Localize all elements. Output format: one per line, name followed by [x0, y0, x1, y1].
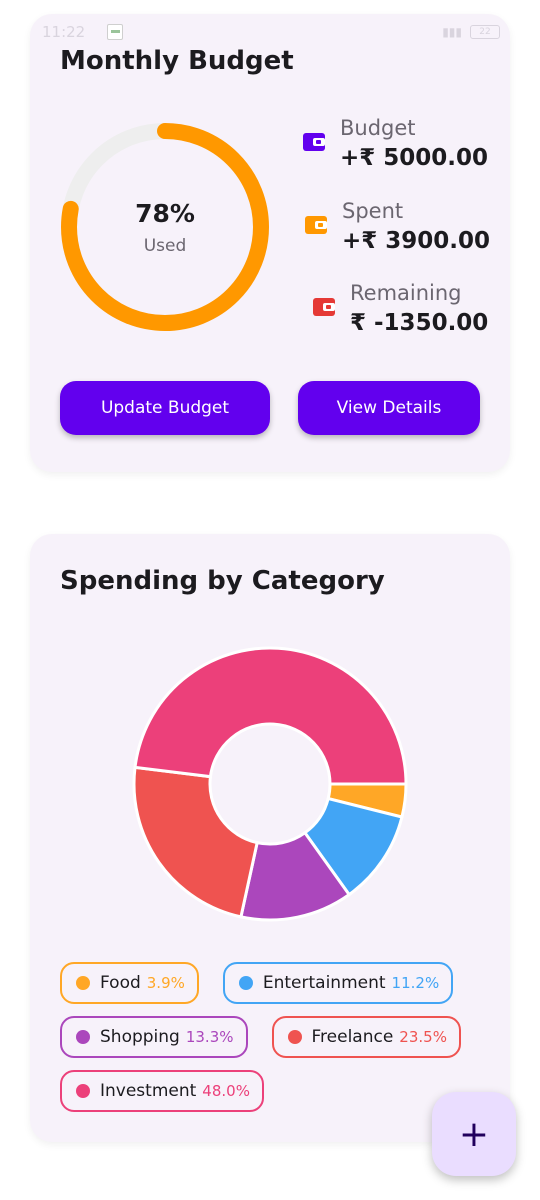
screen: 11:22 ▮▮▮ 22 Monthly Budget 78% Used Bud…	[0, 0, 540, 1200]
legend-percent: 23.5%	[399, 1028, 447, 1046]
legend-chip-food[interactable]: Food 3.9%	[60, 962, 199, 1004]
wallet-icon	[303, 133, 325, 151]
stat-remaining-value: ₹ -1350.00	[350, 310, 489, 336]
legend-percent: 11.2%	[391, 974, 440, 992]
notification-icon	[107, 24, 124, 40]
monthly-budget-card: Monthly Budget 78% Used Budget +₹ 5000.0…	[30, 14, 510, 472]
spending-by-category-card: Spending by Category Food 3.9% Entertain…	[30, 534, 510, 1142]
stat-budget-value: +₹ 5000.00	[340, 145, 489, 171]
legend-dot	[76, 1030, 90, 1044]
percent-used: 78%	[135, 198, 195, 228]
legend-name: Food	[100, 973, 141, 993]
legend-chip-investment[interactable]: Investment 48.0%	[60, 1070, 264, 1112]
add-transaction-fab[interactable]: +	[432, 1092, 516, 1176]
view-details-button[interactable]: View Details	[298, 381, 480, 435]
stat-spent-label: Spent	[342, 199, 404, 223]
stat-budget: Budget +₹ 5000.00	[302, 114, 488, 174]
category-title: Spending by Category	[60, 566, 385, 596]
legend-dot	[287, 1030, 302, 1044]
legend-percent: 3.9%	[146, 974, 185, 992]
legend-dot	[238, 976, 253, 990]
legend-percent: 48.0%	[202, 1082, 250, 1100]
add-icon: +	[458, 1113, 490, 1155]
legend-name: Investment	[100, 1081, 197, 1101]
stat-budget-label: Budget	[340, 116, 416, 140]
legend-chip-shopping[interactable]: Shopping 13.3%	[60, 1016, 248, 1058]
donut-slice-investment[interactable]	[133, 646, 408, 786]
used-label: Used	[143, 235, 187, 256]
signal-icon: ▮▮▮	[442, 25, 462, 39]
legend-dot	[76, 1084, 90, 1098]
battery-icon: 22	[470, 25, 500, 39]
status-time: 11:22	[42, 23, 86, 41]
status-bar: 11:22 ▮▮▮ 22	[30, 14, 510, 50]
stat-spent-value: +₹ 3900.00	[342, 228, 491, 254]
wallet-icon	[305, 216, 327, 234]
status-right: ▮▮▮ 22	[442, 25, 500, 39]
legend-chip-freelance[interactable]: Freelance 23.5%	[271, 1016, 461, 1058]
legend-dot	[76, 976, 90, 990]
donut-slice-freelance[interactable]	[132, 765, 259, 919]
category-legend: Food 3.9% Entertainment 11.2% Shopping 1…	[60, 962, 490, 1112]
stat-remaining: Remaining ₹ -1350.00	[312, 279, 488, 339]
legend-name: Freelance	[311, 1027, 394, 1047]
status-left: 11:22	[42, 23, 124, 41]
legend-name: Shopping	[100, 1027, 180, 1047]
budget-title: Monthly Budget	[60, 46, 294, 76]
stat-remaining-label: Remaining	[350, 281, 462, 305]
category-donut-chart[interactable]	[130, 644, 410, 924]
update-budget-button[interactable]: Update Budget	[60, 381, 270, 435]
battery-level: 22	[479, 27, 491, 37]
wallet-icon	[313, 298, 335, 316]
progress-ring-center: 78% Used	[58, 120, 272, 334]
legend-chip-entertainment[interactable]: Entertainment 11.2%	[222, 962, 454, 1004]
stat-spent: Spent +₹ 3900.00	[304, 197, 490, 257]
legend-name: Entertainment	[262, 973, 386, 993]
legend-percent: 13.3%	[185, 1028, 234, 1046]
